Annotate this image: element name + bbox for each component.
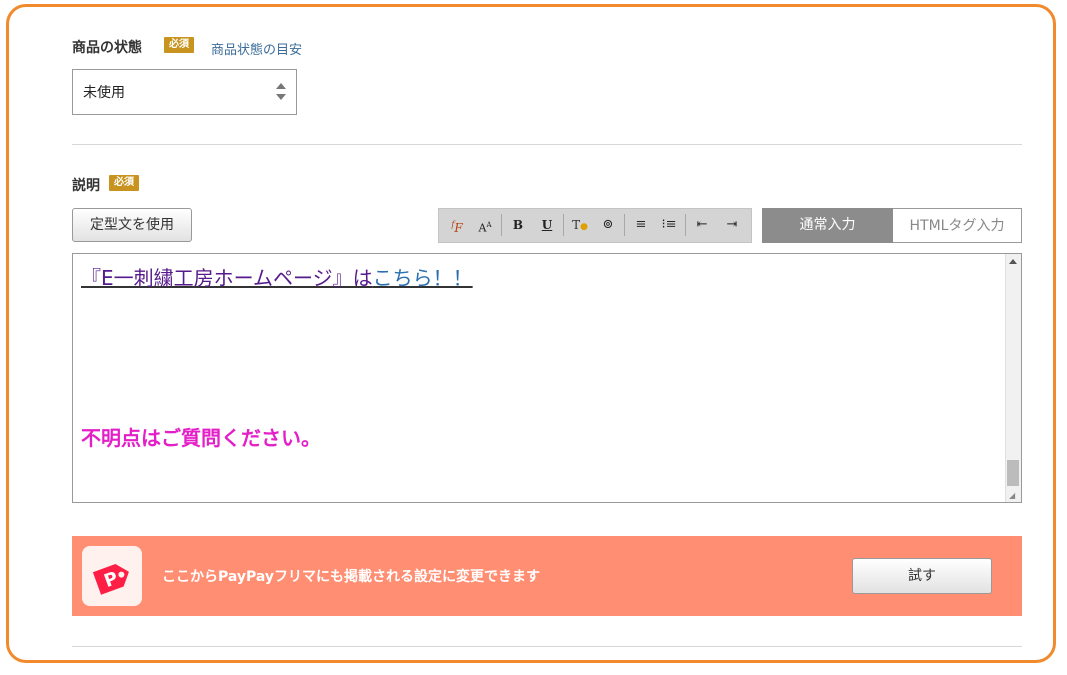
paypay-try-button[interactable]: 試す (852, 558, 992, 594)
underline-icon[interactable]: U (535, 213, 559, 237)
editor-line-2: 不明点はご質問ください。 (81, 426, 321, 450)
editor-toolbar: fF AA B U T● ⊚ ≡ ⁝≡ ⇤ ⇥ (438, 208, 752, 243)
description-required-badge: 必須 (109, 175, 139, 191)
paypay-tag-icon: P (82, 546, 142, 606)
homepage-link-here[interactable]: こちら！！ (373, 266, 473, 290)
editor-scrollbar[interactable]: ◢ (1005, 254, 1021, 502)
editor-line-1: 『E一刺繍工房ホームページ』はこちら！！ (81, 262, 473, 291)
bottom-divider (72, 646, 1022, 647)
paypay-banner: P ここからPayPayフリマにも掲載される設定に変更できます 試す (72, 536, 1022, 616)
description-editor[interactable]: 『E一刺繍工房ホームページ』はこちら！！ 不明点はご質問ください。 ◢ (72, 253, 1022, 503)
resize-grip-icon[interactable]: ◢ (1009, 492, 1015, 500)
link-icon[interactable]: ⊚ (596, 213, 620, 237)
scroll-up-icon[interactable] (1009, 259, 1017, 264)
text-color-icon[interactable]: T● (568, 213, 592, 237)
tab-html-input[interactable]: HTMLタグ入力 (893, 208, 1022, 243)
tab-normal-input[interactable]: 通常入力 (762, 208, 893, 243)
condition-select[interactable]: 未使用 (72, 69, 297, 115)
use-template-button[interactable]: 定型文を使用 (72, 208, 192, 242)
description-label: 説明 (72, 178, 100, 194)
indent-icon[interactable]: ⇥ (720, 213, 744, 237)
homepage-link-text[interactable]: 『E一刺繍工房ホームページ』は (81, 266, 373, 290)
listing-form-frame: 商品の状態 必須 商品状態の目安 未使用 説明 必須 定型文を使用 fF AA … (6, 4, 1056, 663)
list-icon[interactable]: ⁝≡ (657, 213, 681, 237)
section-divider (72, 144, 1022, 145)
paypay-message: ここからPayPayフリマにも掲載される設定に変更できます (162, 569, 541, 585)
align-icon[interactable]: ≡ (629, 213, 653, 237)
condition-label: 商品の状態 (72, 40, 142, 56)
font-family-icon[interactable]: fF (445, 213, 469, 237)
font-size-icon[interactable]: AA (473, 213, 497, 237)
select-updown-icon (276, 81, 286, 103)
outdent-icon[interactable]: ⇤ (690, 213, 714, 237)
condition-required-badge: 必須 (164, 37, 194, 53)
scrollbar-thumb[interactable] (1007, 460, 1019, 486)
condition-guide-link[interactable]: 商品状態の目安 (211, 39, 302, 58)
bold-icon[interactable]: B (506, 213, 530, 237)
condition-selected-value: 未使用 (83, 85, 125, 101)
